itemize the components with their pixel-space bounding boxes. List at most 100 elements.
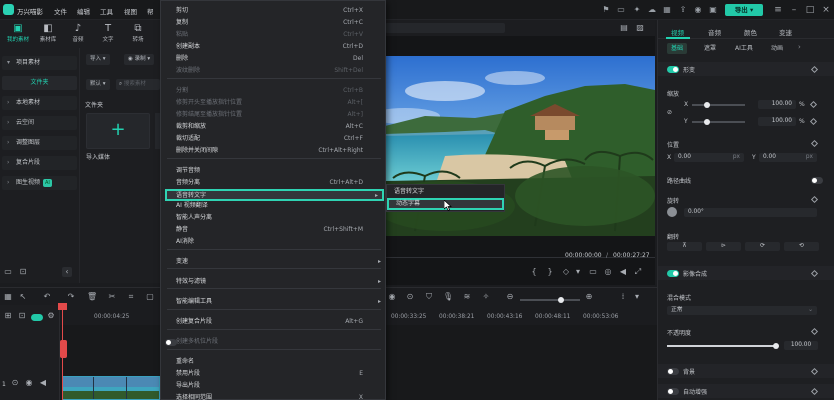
track-options-icon[interactable]: ⁞ — [618, 292, 628, 302]
flip-horizontal-button[interactable]: ⊳ — [706, 242, 741, 251]
sidebar-item-adjust-layer[interactable]: › 调整图层 — [2, 136, 77, 150]
auto-enhance-keyframe-icon[interactable] — [810, 387, 819, 396]
add-track-icon[interactable]: ⊞ — [3, 311, 13, 321]
transform-toggle[interactable] — [667, 66, 679, 73]
background-keyframe-icon[interactable] — [810, 367, 819, 376]
rotate-keyframe-icon[interactable] — [810, 195, 819, 204]
submenu-item-speech-to-text[interactable]: 语音转文字 — [387, 186, 504, 198]
scale-x-slider[interactable] — [692, 104, 745, 106]
link-icon[interactable]: ⊘ — [667, 109, 672, 116]
volume-icon[interactable]: ◀ — [618, 267, 628, 277]
sidebar-item-folder[interactable]: 文件夹 — [2, 76, 77, 90]
marker-icon[interactable]: ◇ — [561, 267, 571, 277]
menu-item-create-multicam[interactable]: 创建多机位片段 — [161, 336, 385, 348]
image-icon[interactable]: ▨ — [635, 23, 645, 33]
tab-color[interactable]: 颜色 — [744, 27, 757, 37]
tab-transition[interactable]: ⧉ 转场 — [124, 20, 152, 48]
flip-vertical-button[interactable]: ⊼ — [667, 242, 702, 251]
sidebar-item-local-media[interactable]: › 本地素材 — [2, 96, 77, 110]
menu-item-ai-remove[interactable]: AI消除 — [161, 236, 385, 248]
account-icon[interactable]: ◉ — [693, 5, 703, 15]
menu-item-vocal-separation[interactable]: 智能人声分离 — [161, 212, 385, 224]
audio-track-icon[interactable]: ≋ — [462, 292, 472, 302]
import-folder-icon[interactable]: ⊡ — [18, 267, 28, 277]
menu-item-detach-audio[interactable]: 音频分离 Ctrl+Alt+D — [161, 177, 385, 189]
compositing-keyframe-icon[interactable] — [810, 269, 819, 278]
menu-item-adjust-audio[interactable]: 调节音频 — [161, 165, 385, 177]
crop-icon[interactable]: ⌗ — [126, 292, 136, 302]
sort-dropdown[interactable]: 默认 ▾ — [86, 79, 110, 90]
dropdown-icon[interactable]: ▾ — [573, 267, 583, 277]
menu-item-mute[interactable]: 静音 Ctrl+Shift+M — [161, 224, 385, 236]
tab-audio[interactable]: 音频 — [708, 27, 721, 37]
track-visibility-icon[interactable]: ◉ — [24, 378, 34, 388]
marker-tool-icon[interactable]: ◉ — [387, 292, 397, 302]
record-button[interactable]: ◉ 录制 ▾ — [124, 54, 155, 65]
blend-select[interactable]: 正常 ⌄ — [667, 306, 817, 315]
keyframe-icon[interactable] — [810, 65, 819, 74]
sidebar-item-compound[interactable]: › 复合片段 — [2, 156, 77, 170]
sidebar-item-image-to-video[interactable]: › 图生视频 AI — [2, 176, 77, 190]
scale-x-keyframe-icon[interactable] — [809, 100, 818, 109]
opacity-input[interactable]: 100.00 — [784, 341, 818, 350]
rotate-dial[interactable] — [667, 207, 677, 217]
video-clip[interactable] — [62, 376, 160, 400]
subtab-basic[interactable]: 基础 — [667, 43, 688, 54]
menu-help[interactable]: 帮 — [147, 6, 154, 16]
cloud-icon[interactable]: ☁ — [647, 5, 657, 15]
background-toggle[interactable] — [667, 368, 679, 375]
minimize-icon[interactable]: – — [788, 4, 800, 16]
menu-item-paste[interactable]: 粘贴 Ctrl+V — [161, 29, 385, 41]
menu-item-trim-end[interactable]: 修剪结尾至播放指针位置 Alt+] — [161, 109, 385, 121]
menu-edit[interactable]: 编辑 — [77, 6, 90, 16]
snapshot-icon[interactable]: ▤ — [619, 23, 629, 33]
rotate-right-button[interactable]: ⟳ — [745, 242, 780, 251]
menu-item-crop-fit[interactable]: 裁切适配 Ctrl+F — [161, 133, 385, 145]
export-button[interactable]: 导出 ▾ — [725, 4, 763, 16]
close-icon[interactable]: × — [820, 4, 832, 16]
settings-icon[interactable]: ≡ — [772, 4, 784, 16]
zoom-out-icon[interactable]: ⊖ — [505, 292, 515, 302]
menu-item-copy[interactable]: 复制 Ctrl+C — [161, 17, 385, 29]
subtab-ai-tools[interactable]: AI工具 — [731, 43, 757, 54]
menu-item-disable-clip[interactable]: 禁用片段 E — [161, 368, 385, 380]
menu-item-speed[interactable]: 变速 ▸ — [161, 256, 385, 268]
notification-icon[interactable]: ⚑ — [601, 5, 611, 15]
mark-out-icon[interactable]: } — [545, 267, 555, 277]
subtab-more-icon[interactable]: › — [798, 43, 801, 51]
collapse-panel-icon[interactable]: ‹ — [62, 267, 72, 277]
menu-item-export-clip[interactable]: 导出片段 — [161, 380, 385, 392]
scale-y-slider[interactable] — [692, 121, 745, 123]
menu-item-create-compound[interactable]: 创建复合片段 Alt+G — [161, 316, 385, 328]
tab-library[interactable]: ◧ 素材库 — [34, 20, 62, 48]
grid-icon[interactable]: ▦ — [662, 5, 672, 15]
tab-audio[interactable]: ♪ 音频 — [64, 20, 92, 48]
path-curve-toggle[interactable] — [811, 177, 823, 184]
pos-y-input[interactable]: 0.00 px — [759, 153, 817, 162]
menu-item-smart-edit-tools[interactable]: 智能编辑工具 ▸ — [161, 296, 385, 308]
track-settings-icon[interactable]: ⚙ — [46, 311, 56, 321]
split-icon[interactable]: ✂ — [107, 292, 117, 302]
subtab-animation[interactable]: 动画 — [767, 43, 787, 54]
undo-icon[interactable]: ↶ — [42, 292, 52, 302]
scale-y-input[interactable]: 100.00 — [758, 117, 796, 126]
chevron-down-icon[interactable]: ▾ — [632, 292, 642, 302]
menu-item-rename[interactable]: 重命名 — [161, 356, 385, 368]
subtab-mask[interactable]: 遮罩 — [700, 43, 720, 54]
scale-y-keyframe-icon[interactable] — [809, 117, 818, 126]
zoom-knob[interactable] — [558, 297, 564, 303]
auto-enhance-toggle[interactable] — [667, 388, 679, 395]
search-input[interactable]: ⌕ 搜索素材 — [116, 79, 160, 90]
track-mute-icon[interactable]: ◀ — [38, 378, 48, 388]
tab-video[interactable]: 视频 — [671, 27, 684, 37]
compositing-toggle[interactable] — [667, 270, 679, 277]
menu-item-effects-filters[interactable]: 特效与滤镜 ▸ — [161, 276, 385, 288]
upload-icon[interactable]: ⇪ — [678, 5, 688, 15]
menu-item-delete[interactable]: 删除 Del — [161, 53, 385, 65]
monitor-icon[interactable]: ▭ — [616, 5, 626, 15]
delete-icon[interactable]: 🗑 — [87, 292, 97, 302]
scale-x-knob[interactable] — [704, 102, 710, 108]
playhead[interactable] — [62, 305, 63, 400]
link-track-icon[interactable]: ⊡ — [17, 311, 27, 321]
zoom-slider[interactable] — [520, 299, 580, 301]
